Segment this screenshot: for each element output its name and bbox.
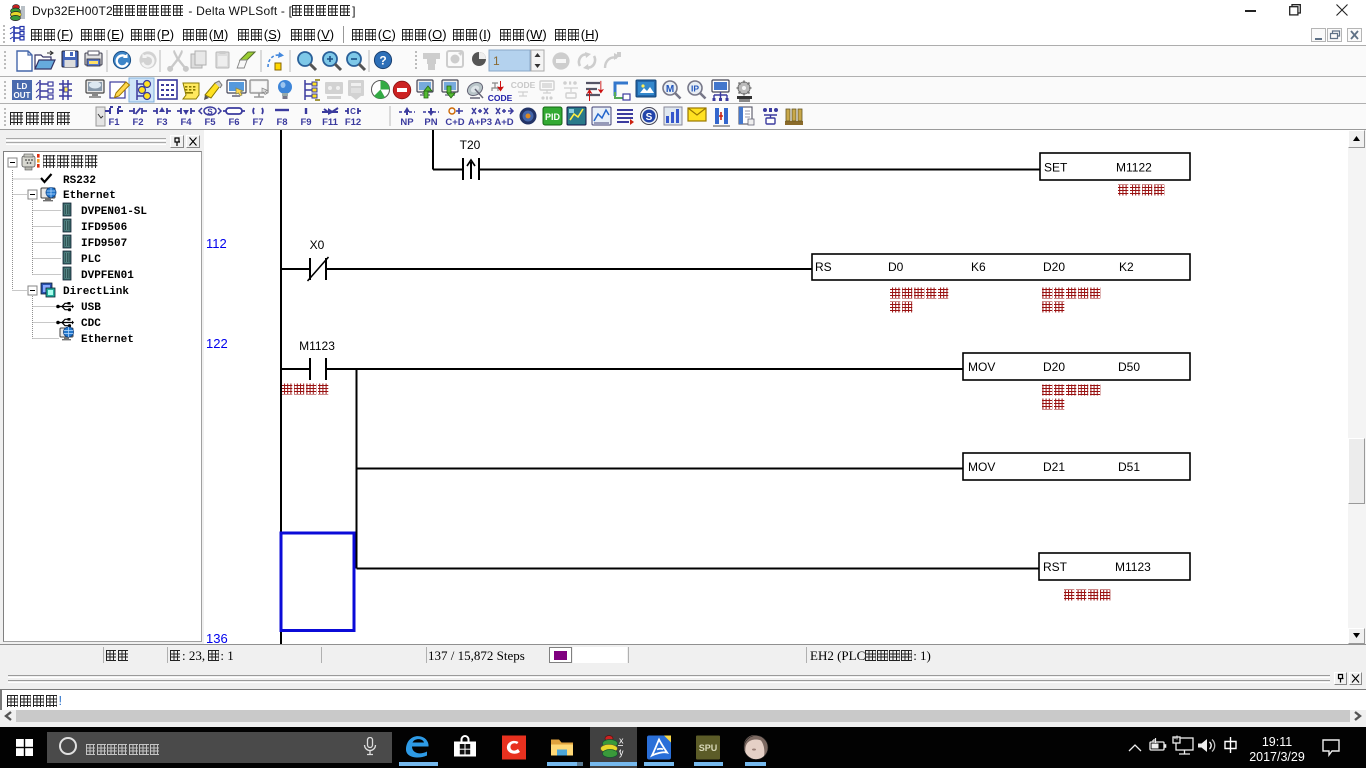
svg-text:F3: F3 xyxy=(156,117,167,128)
svg-text:1: 1 xyxy=(493,54,500,68)
svg-text:RS: RS xyxy=(815,260,832,274)
svg-text:A+P3: A+P3 xyxy=(468,117,492,128)
svg-text:IP: IP xyxy=(691,84,699,94)
svg-text:PN: PN xyxy=(424,117,437,128)
svg-text:M: M xyxy=(666,84,674,95)
svg-text:X0: X0 xyxy=(310,238,325,252)
svg-text:x: x xyxy=(619,736,624,746)
svg-text:DVPEN01-SL: DVPEN01-SL xyxy=(81,206,147,218)
svg-text:S: S xyxy=(207,108,213,117)
svg-text:SPU: SPU xyxy=(699,743,718,753)
svg-text:K6: K6 xyxy=(971,260,986,274)
svg-text:112: 112 xyxy=(206,236,227,251)
svg-text:PID: PID xyxy=(545,112,561,122)
svg-text:C: C xyxy=(350,107,356,116)
svg-text:F7: F7 xyxy=(252,117,263,128)
svg-text:?: ? xyxy=(379,54,386,68)
svg-text:y: y xyxy=(619,748,624,758)
svg-text:IFD9506: IFD9506 xyxy=(81,222,127,234)
svg-text:K2: K2 xyxy=(1119,260,1134,274)
svg-text:122: 122 xyxy=(206,336,228,351)
svg-text:NP: NP xyxy=(400,117,414,128)
svg-text:D20: D20 xyxy=(1043,360,1065,374)
svg-text:RS232: RS232 xyxy=(63,175,96,187)
svg-text:PLC: PLC xyxy=(81,254,101,266)
svg-text:IFD9507: IFD9507 xyxy=(81,238,127,250)
svg-text:136: 136 xyxy=(206,631,228,644)
svg-text:RST: RST xyxy=(1043,560,1068,574)
svg-text:2017/3/29: 2017/3/29 xyxy=(1249,750,1305,764)
svg-text:MOV: MOV xyxy=(968,360,995,374)
svg-text:F8: F8 xyxy=(276,117,287,128)
svg-text:F12: F12 xyxy=(345,117,361,128)
svg-text:D51: D51 xyxy=(1118,460,1140,474)
svg-text:Ethernet: Ethernet xyxy=(63,190,116,202)
svg-text:F4: F4 xyxy=(180,117,192,128)
svg-text:SET: SET xyxy=(1044,161,1068,175)
svg-text:M1122: M1122 xyxy=(1116,161,1152,175)
svg-text:DirectLink: DirectLink xyxy=(63,286,129,298)
svg-text:D20: D20 xyxy=(1043,260,1065,274)
svg-text:M1123: M1123 xyxy=(1115,560,1151,574)
svg-text:19:11: 19:11 xyxy=(1262,735,1292,749)
svg-text:USB: USB xyxy=(81,302,101,314)
svg-text:LD: LD xyxy=(17,82,28,91)
svg-text:F6: F6 xyxy=(228,117,239,128)
svg-text:F11: F11 xyxy=(322,117,339,128)
svg-text:Ethernet: Ethernet xyxy=(81,334,134,346)
svg-text:F2: F2 xyxy=(132,117,143,128)
svg-text:F5: F5 xyxy=(204,117,216,128)
svg-text:T20: T20 xyxy=(460,138,481,152)
svg-text:MOV: MOV xyxy=(968,460,995,474)
svg-text:S: S xyxy=(646,112,653,123)
svg-text:D21: D21 xyxy=(1043,460,1065,474)
svg-text:F9: F9 xyxy=(300,117,311,128)
svg-text:CDC: CDC xyxy=(81,318,101,330)
svg-text:DVPFEN01: DVPFEN01 xyxy=(81,270,134,282)
svg-text:CODE: CODE xyxy=(511,80,536,90)
svg-text:F1: F1 xyxy=(108,117,120,128)
svg-text:A+D: A+D xyxy=(494,117,513,128)
svg-text:D0: D0 xyxy=(888,260,904,274)
svg-text:M1123: M1123 xyxy=(299,339,335,353)
svg-text:C+D: C+D xyxy=(445,117,464,128)
svg-text:D50: D50 xyxy=(1118,360,1140,374)
svg-text:CODE: CODE xyxy=(488,93,513,103)
svg-text:OUT: OUT xyxy=(14,91,31,100)
